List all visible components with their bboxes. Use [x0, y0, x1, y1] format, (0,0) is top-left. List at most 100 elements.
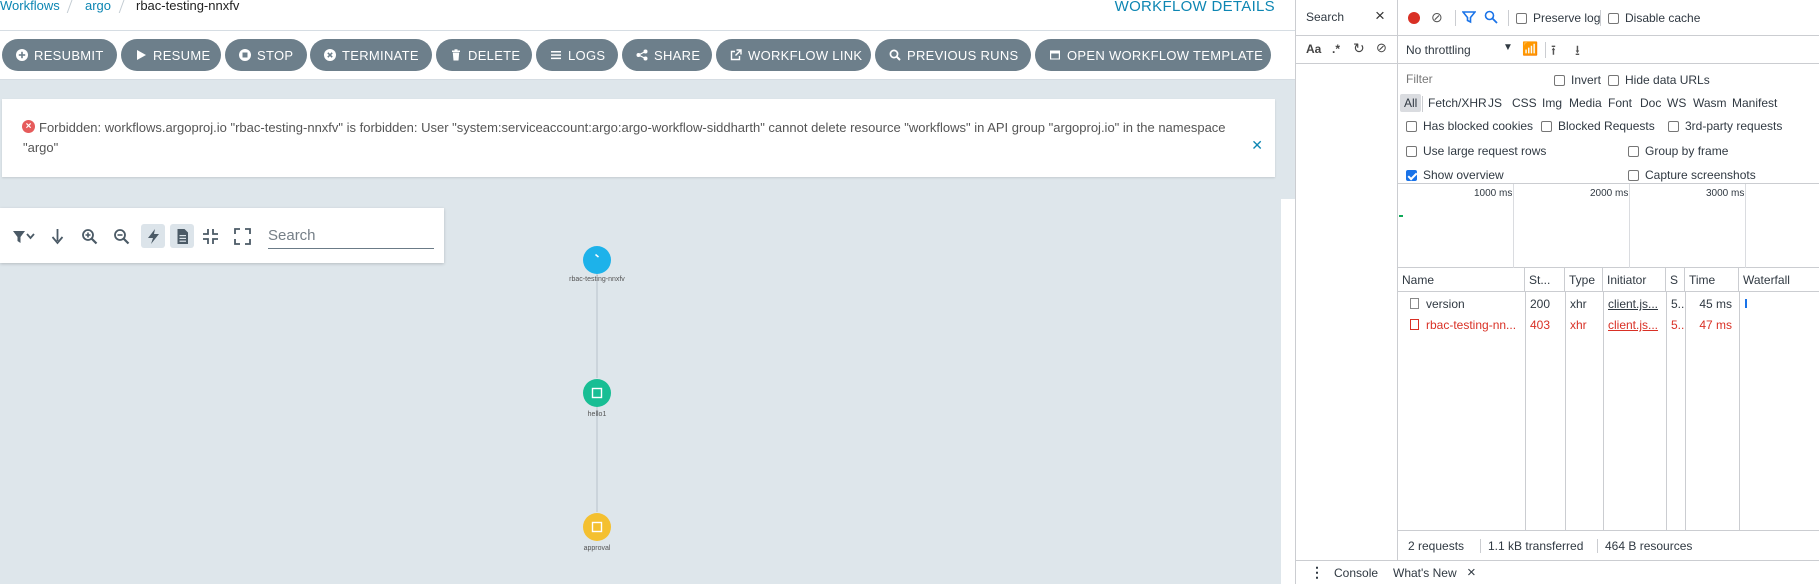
disable-cache-checkbox[interactable]: Disable cache: [1608, 11, 1700, 25]
record-icon[interactable]: [1408, 12, 1420, 24]
graph-scrollbar[interactable]: [1281, 199, 1295, 584]
breadcrumb-workflows[interactable]: Workflows: [0, 0, 60, 13]
transferred-size: 1.1 kB transferred: [1488, 539, 1584, 553]
drawer-tab-console[interactable]: Console: [1334, 566, 1378, 580]
checkbox-box: [1628, 145, 1639, 157]
stop-button[interactable]: STOP: [225, 39, 307, 71]
invert-checkbox[interactable]: Invert: [1554, 73, 1601, 87]
type-filter-manifest[interactable]: Manifest: [1728, 94, 1781, 112]
search-icon[interactable]: [1484, 10, 1498, 27]
share-label: SHARE: [654, 47, 701, 63]
network-panel: ⊘ Preserve log Disable cache No throttli…: [1398, 0, 1819, 560]
node-circle[interactable]: [583, 246, 611, 274]
delete-button[interactable]: DELETE: [436, 39, 532, 71]
terminate-label: TERMINATE: [342, 47, 419, 63]
type-filter-img[interactable]: Img: [1538, 94, 1566, 112]
blocked-requests-checkbox[interactable]: Blocked Requests: [1541, 119, 1655, 133]
stop-circle-icon: [239, 49, 251, 61]
graph-node-hello1[interactable]: [583, 379, 611, 407]
network-overview[interactable]: 1000 ms 2000 ms 3000 ms: [1398, 184, 1819, 268]
import-har-icon[interactable]: ⭱: [1551, 40, 1556, 64]
type-filter-media[interactable]: Media: [1565, 94, 1606, 112]
search-tab[interactable]: Search ×: [1296, 0, 1398, 36]
close-icon[interactable]: ×: [1375, 6, 1385, 26]
status-divider: [1480, 539, 1481, 553]
column-header-type[interactable]: Type: [1565, 268, 1603, 292]
column-header-initiator[interactable]: Initiator: [1603, 268, 1666, 292]
workflow-link-button[interactable]: WORKFLOW LINK: [716, 39, 871, 71]
match-case-button[interactable]: Aa: [1306, 42, 1321, 56]
file-text-icon[interactable]: [170, 224, 194, 248]
node-circle[interactable]: [583, 379, 611, 407]
third-party-requests-checkbox[interactable]: 3rd-party requests: [1668, 119, 1782, 133]
column-header-status[interactable]: St...: [1525, 268, 1565, 292]
drawer-tab-whats-new[interactable]: What's New ×: [1391, 561, 1490, 584]
lightning-icon[interactable]: [141, 224, 165, 248]
compress-icon[interactable]: [198, 224, 222, 248]
terminate-button[interactable]: TERMINATE: [310, 39, 432, 71]
has-blocked-cookies-checkbox[interactable]: Has blocked cookies: [1406, 119, 1533, 133]
graph-node-root[interactable]: [583, 246, 611, 274]
type-filter-js[interactable]: JS: [1484, 94, 1506, 112]
column-header-waterfall[interactable]: Waterfall: [1739, 268, 1819, 292]
zoom-out-icon[interactable]: [109, 224, 133, 248]
breadcrumb-namespace[interactable]: argo: [85, 0, 111, 13]
expand-icon[interactable]: [230, 224, 254, 248]
previous-runs-button[interactable]: PREVIOUS RUNS: [875, 39, 1031, 71]
group-by-frame-checkbox[interactable]: Group by frame: [1628, 144, 1728, 158]
regex-button[interactable]: .*: [1332, 42, 1340, 56]
filter-dropdown-icon[interactable]: [10, 224, 38, 248]
type-filter-wasm[interactable]: Wasm: [1689, 94, 1731, 112]
filter-input[interactable]: [1400, 69, 1560, 89]
error-notification: × Forbidden: workflows.argoproj.io "rbac…: [2, 99, 1275, 177]
invert-label: Invert: [1571, 73, 1602, 87]
toolbar-divider: [1422, 96, 1423, 112]
drawer-tab-label: What's New: [1393, 566, 1457, 580]
resume-button[interactable]: RESUME: [121, 39, 221, 71]
column-header-time[interactable]: Time: [1685, 268, 1739, 292]
close-icon[interactable]: ✕: [1251, 137, 1263, 154]
show-overview-checkbox[interactable]: Show overview: [1406, 168, 1504, 182]
network-conditions-icon[interactable]: 📶: [1522, 41, 1538, 57]
open-workflow-template-button[interactable]: OPEN WORKFLOW TEMPLATE: [1035, 39, 1271, 71]
type-filter-doc[interactable]: Doc: [1636, 94, 1665, 112]
throttling-select[interactable]: No throttling: [1406, 43, 1471, 57]
graph-search-input[interactable]: [268, 223, 434, 249]
type-filter-font[interactable]: Font: [1604, 94, 1636, 112]
close-icon[interactable]: ×: [1467, 564, 1476, 581]
large-request-rows-checkbox[interactable]: Use large request rows: [1406, 144, 1546, 158]
waterfall-bar: [1745, 299, 1747, 308]
node-circle[interactable]: [583, 513, 611, 541]
overview-gridline: [1745, 184, 1746, 268]
pod-icon: [591, 387, 603, 399]
column-header-name[interactable]: Name: [1398, 268, 1525, 292]
workflow-toolbar: RESUBMIT RESUME STOP TERMINATE DELETE LO…: [0, 31, 1295, 80]
clear-icon[interactable]: ⊘: [1431, 9, 1443, 26]
arrow-down-icon[interactable]: [45, 224, 69, 248]
resubmit-button[interactable]: RESUBMIT: [2, 39, 117, 71]
toolbar-divider: [1545, 42, 1546, 58]
resume-label: RESUME: [153, 47, 211, 63]
type-filter-all[interactable]: All: [1400, 94, 1422, 112]
request-initiator-link[interactable]: client.js...: [1604, 294, 1665, 314]
type-filter-fetch-xhr[interactable]: Fetch/XHR: [1424, 94, 1491, 112]
logs-button[interactable]: LOGS: [536, 39, 618, 71]
refresh-icon[interactable]: ↻: [1353, 40, 1365, 57]
clear-icon[interactable]: ⊘: [1376, 40, 1387, 56]
hide-data-urls-checkbox[interactable]: Hide data URLs: [1608, 73, 1710, 87]
has-blocked-cookies-label: Has blocked cookies: [1423, 119, 1534, 133]
kebab-menu-icon[interactable]: ⋮: [1310, 564, 1324, 581]
export-har-icon[interactable]: ⭳: [1575, 40, 1580, 64]
share-button[interactable]: SHARE: [622, 39, 712, 71]
filter-icon[interactable]: [1461, 10, 1477, 27]
graph-node-approval[interactable]: [583, 513, 611, 541]
resubmit-label: RESUBMIT: [34, 47, 104, 63]
request-initiator-link[interactable]: client.js...: [1604, 315, 1665, 335]
type-filter-css[interactable]: CSS: [1508, 94, 1541, 112]
capture-screenshots-checkbox[interactable]: Capture screenshots: [1628, 168, 1756, 182]
type-filter-ws[interactable]: WS: [1663, 94, 1690, 112]
column-header-size[interactable]: S: [1666, 268, 1685, 292]
preserve-log-checkbox[interactable]: Preserve log: [1516, 11, 1600, 25]
breadcrumb-separator: [66, 0, 75, 13]
zoom-in-icon[interactable]: [77, 224, 101, 248]
